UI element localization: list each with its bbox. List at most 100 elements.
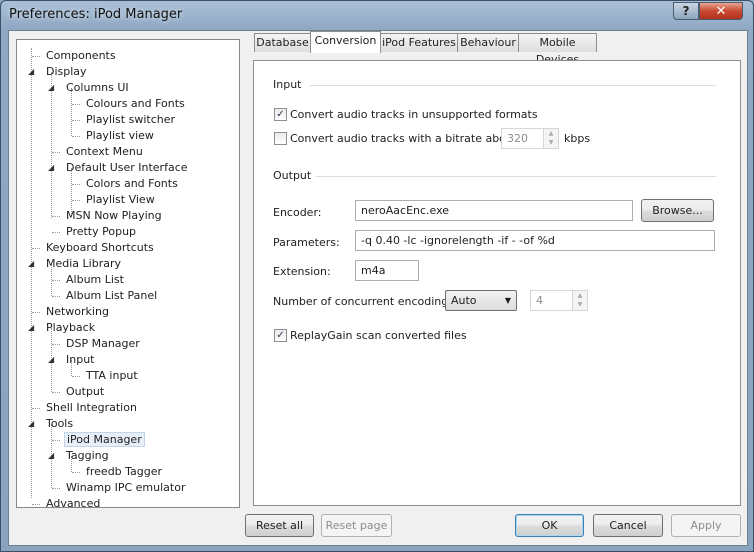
tree-item-album-list[interactable]: Album List — [64, 272, 126, 287]
unsupported-formats-label[interactable]: Convert audio tracks in unsupported form… — [290, 108, 538, 121]
tree-guide — [52, 488, 60, 489]
tree-guide — [32, 312, 40, 313]
tree-item-playback[interactable]: Playback — [44, 320, 97, 335]
group-divider — [310, 85, 716, 86]
preferences-tree[interactable]: Components ◢ Display ◢ Columns UI Colour… — [16, 39, 240, 511]
concurrent-spinner[interactable]: ▲ ▼ — [572, 290, 588, 311]
tree-guide — [32, 408, 40, 409]
tree-item-columns-ui[interactable]: Columns UI — [64, 80, 131, 95]
tree-guide — [72, 120, 80, 121]
collapse-arrow-icon[interactable]: ◢ — [48, 448, 54, 463]
conversion-panel: Input ✓ Convert audio tracks in unsuppor… — [253, 60, 741, 506]
tree-guide — [72, 200, 80, 201]
collapse-arrow-icon[interactable]: ◢ — [48, 352, 54, 367]
unsupported-formats-checkbox[interactable]: ✓ — [274, 108, 287, 121]
tree-guide — [52, 440, 60, 441]
tree-item-components[interactable]: Components — [44, 48, 118, 63]
tree-guide — [32, 504, 40, 505]
bitrate-spinner[interactable]: ▲ ▼ — [543, 128, 559, 149]
tree-item-playlist-switcher[interactable]: Playlist switcher — [84, 112, 177, 127]
reset-page-button[interactable]: Reset page — [321, 514, 392, 537]
tree-item-ipod-manager[interactable]: iPod Manager — [64, 432, 145, 447]
collapse-arrow-icon[interactable]: ◢ — [48, 80, 54, 95]
tree-guide — [72, 136, 80, 137]
encoder-input[interactable]: neroAacEnc.exe — [355, 200, 633, 221]
spin-up-icon[interactable]: ▲ — [544, 129, 558, 138]
parameters-input[interactable]: -q 0.40 -lc -ignorelength -if - -of %d — [355, 230, 715, 251]
extension-label: Extension: — [273, 265, 331, 278]
concurrent-encodings-label: Number of concurrent encodings: — [273, 295, 458, 308]
tab-ipod-features[interactable]: iPod Features — [380, 33, 458, 52]
collapse-arrow-icon[interactable]: ◢ — [48, 160, 54, 175]
tree-item-colours-and-fonts[interactable]: Colours and Fonts — [84, 96, 187, 111]
tab-database[interactable]: Database — [254, 33, 311, 52]
tree-guide — [52, 344, 60, 345]
tree-item-input[interactable]: Input — [64, 352, 96, 367]
tree-guide — [32, 56, 40, 57]
tree-item-networking[interactable]: Networking — [44, 304, 111, 319]
browse-button[interactable]: Browse... — [641, 199, 714, 222]
tab-mobile-devices[interactable]: Mobile Devices — [518, 33, 597, 66]
input-group-label: Input — [273, 78, 302, 91]
tree-item-winamp-ipc-emulator[interactable]: Winamp IPC emulator — [64, 480, 187, 495]
collapse-arrow-icon[interactable]: ◢ — [28, 256, 34, 271]
tree-item-media-library[interactable]: Media Library — [44, 256, 123, 271]
tree-item-msn-now-playing[interactable]: MSN Now Playing — [64, 208, 164, 223]
collapse-arrow-icon[interactable]: ◢ — [28, 416, 34, 431]
tree-guide — [71, 88, 72, 136]
tree-item-shell-integration[interactable]: Shell Integration — [44, 400, 139, 415]
collapse-arrow-icon[interactable]: ◢ — [28, 64, 34, 79]
tree-item-playlist-view[interactable]: Playlist view — [84, 128, 156, 143]
tree-item-context-menu[interactable]: Context Menu — [64, 144, 145, 159]
tree-item-default-user-interface[interactable]: Default User Interface — [64, 160, 190, 175]
replaygain-label[interactable]: ReplayGain scan converted files — [290, 329, 467, 342]
help-button[interactable]: ? — [673, 2, 699, 20]
output-group-label: Output — [273, 169, 312, 182]
parameters-label: Parameters: — [273, 236, 340, 249]
tree-item-freedb-tagger[interactable]: freedb Tagger — [84, 464, 164, 479]
tree-guide — [52, 280, 60, 281]
cancel-button[interactable]: Cancel — [593, 514, 663, 537]
tree-guide — [72, 104, 80, 105]
bitrate-unit-label: kbps — [564, 132, 591, 145]
spin-down-icon[interactable]: ▼ — [573, 300, 587, 309]
spin-up-icon[interactable]: ▲ — [573, 291, 587, 300]
window-title: Preferences: iPod Manager — [9, 7, 183, 22]
ok-button[interactable]: OK — [515, 514, 584, 537]
reset-all-button[interactable]: Reset all — [245, 514, 314, 537]
close-button[interactable]: ✕ — [699, 2, 743, 20]
tree-item-colors-and-fonts[interactable]: Colors and Fonts — [84, 176, 180, 191]
spin-down-icon[interactable]: ▼ — [544, 138, 558, 147]
tree-item-output[interactable]: Output — [64, 384, 106, 399]
tree-item-dsp-manager[interactable]: DSP Manager — [64, 336, 142, 351]
tree-guide — [72, 376, 80, 377]
tab-conversion[interactable]: Conversion — [310, 31, 381, 53]
group-divider — [316, 176, 716, 177]
tree-item-album-list-panel[interactable]: Album List Panel — [64, 288, 159, 303]
tree-item-playlist-view-dui[interactable]: Playlist View — [84, 192, 157, 207]
collapse-arrow-icon[interactable]: ◢ — [28, 320, 34, 335]
bitrate-checkbox[interactable] — [274, 132, 287, 145]
tree-item-tagging[interactable]: Tagging — [64, 448, 111, 463]
bitrate-checkbox-label[interactable]: Convert audio tracks with a bitrate abov… — [290, 132, 523, 145]
concurrent-count-input[interactable]: 4 — [530, 290, 574, 311]
tree-item-tta-input[interactable]: TTA input — [84, 368, 140, 383]
tree-item-tools[interactable]: Tools — [44, 416, 75, 431]
extension-input[interactable]: m4a — [355, 260, 419, 281]
concurrent-encodings-value: Auto — [451, 294, 477, 307]
replaygain-checkbox[interactable]: ✓ — [274, 329, 287, 342]
tree-item-advanced[interactable]: Advanced — [44, 496, 102, 511]
tree-guide — [52, 232, 60, 233]
tree-guide — [52, 216, 60, 217]
tree-item-display[interactable]: Display — [44, 64, 89, 79]
tree-guide — [52, 152, 60, 153]
tree-guide — [32, 248, 40, 249]
preferences-window: Preferences: iPod Manager ? ✕ Components… — [0, 0, 754, 552]
bitrate-input[interactable]: 320 — [501, 128, 545, 149]
tab-behaviour[interactable]: Behaviour — [457, 33, 519, 52]
apply-button[interactable]: Apply — [671, 514, 741, 537]
concurrent-encodings-select[interactable]: Auto ▼ — [445, 290, 517, 311]
tree-item-pretty-popup[interactable]: Pretty Popup — [64, 224, 138, 239]
tree-item-keyboard-shortcuts[interactable]: Keyboard Shortcuts — [44, 240, 156, 255]
tree-guide — [72, 472, 80, 473]
